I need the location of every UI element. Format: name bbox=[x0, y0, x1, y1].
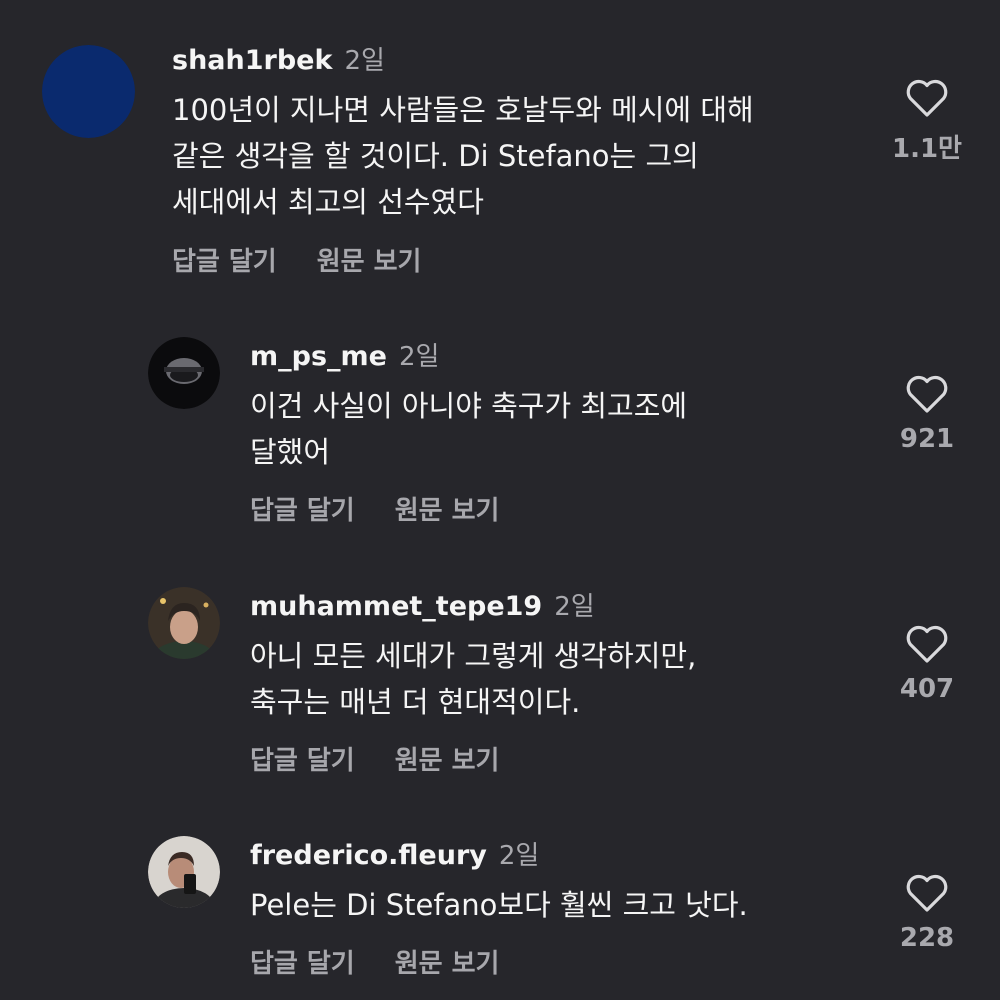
see-original-button[interactable]: 원문 보기 bbox=[395, 943, 500, 980]
heart-outline-icon[interactable] bbox=[872, 374, 982, 418]
reply-button[interactable]: 답글 달기 bbox=[250, 490, 355, 527]
see-original-button[interactable]: 원문 보기 bbox=[395, 740, 500, 777]
username[interactable]: shah1rbek bbox=[172, 45, 332, 76]
heart-outline-icon[interactable] bbox=[872, 78, 982, 122]
timestamp: 2일 bbox=[398, 342, 440, 372]
like-control: 921 bbox=[872, 374, 982, 454]
like-control: 407 bbox=[872, 624, 982, 704]
avatar[interactable] bbox=[148, 337, 220, 409]
username[interactable]: m_ps_me bbox=[250, 341, 387, 372]
comment-text: 100년이 지나면 사람들은 호날두와 메시에 대해 같은 생각을 할 것이다.… bbox=[172, 93, 754, 219]
timestamp: 2일 bbox=[554, 592, 595, 622]
like-count: 1.1만 bbox=[892, 134, 962, 164]
comment-text: Pele는 Di Stefano보다 훨씬 크고 낫다. bbox=[250, 888, 748, 922]
heart-outline-icon[interactable] bbox=[872, 624, 982, 668]
like-count: 407 bbox=[899, 674, 955, 704]
comment-text: 아니 모든 세대가 그렇게 생각하지만, 축구는 매년 더 현대적이다. bbox=[250, 639, 697, 719]
see-original-button[interactable]: 원문 보기 bbox=[395, 490, 500, 527]
reply-button[interactable]: 답글 달기 bbox=[172, 241, 277, 278]
like-count: 921 bbox=[899, 424, 955, 454]
reply-button[interactable]: 답글 달기 bbox=[250, 740, 355, 777]
avatar[interactable] bbox=[42, 45, 135, 138]
like-control: 228 bbox=[872, 873, 982, 953]
see-original-button[interactable]: 원문 보기 bbox=[317, 241, 422, 278]
reply-button[interactable]: 답글 달기 bbox=[250, 943, 355, 980]
username[interactable]: frederico.fleury bbox=[250, 840, 487, 871]
like-control: 1.1만 bbox=[872, 78, 982, 165]
username[interactable]: muhammet_tepe19 bbox=[250, 591, 542, 622]
heart-outline-icon[interactable] bbox=[872, 873, 982, 917]
avatar[interactable] bbox=[148, 836, 220, 908]
like-count: 228 bbox=[899, 923, 955, 953]
avatar[interactable] bbox=[148, 587, 220, 659]
comments-list: shah1rbek 2일 100년이 지나면 사람들은 호날두와 메시에 대해 … bbox=[0, 0, 1000, 1000]
timestamp: 2일 bbox=[498, 841, 540, 871]
comment-text: 이건 사실이 아니야 축구가 최고조에 달했어 bbox=[250, 389, 688, 469]
timestamp: 2일 bbox=[344, 46, 385, 76]
